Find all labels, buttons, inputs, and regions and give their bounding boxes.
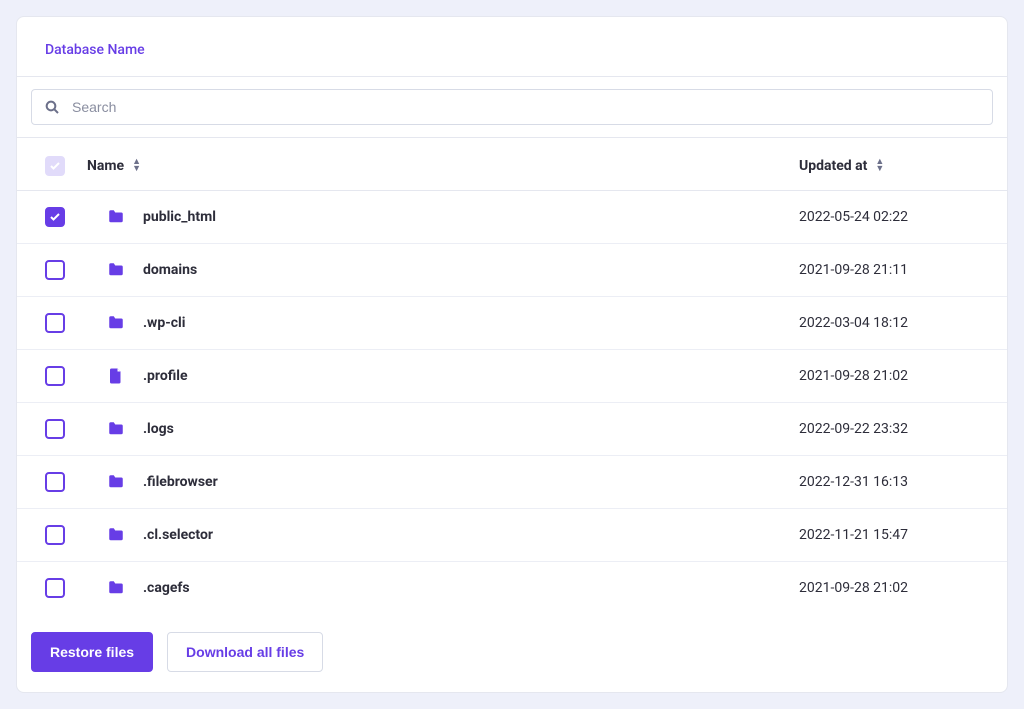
file-icon — [107, 367, 125, 385]
table-row[interactable]: domains 2021-09-28 21:11 — [17, 244, 1007, 297]
file-manager-card: Database Name Name ▲▼ Updated at ▲▼ publ… — [16, 16, 1008, 693]
file-name: .cl.selector — [143, 527, 213, 543]
file-updated: 2022-12-31 16:13 — [799, 474, 908, 490]
table-row[interactable]: .profile 2021-09-28 21:02 — [17, 350, 1007, 403]
folder-icon — [107, 579, 125, 597]
table-row[interactable]: public_html 2022-05-24 02:22 — [17, 191, 1007, 244]
column-name[interactable]: Name ▲▼ — [87, 158, 799, 174]
table-row[interactable]: .cl.selector 2022-11-21 15:47 — [17, 509, 1007, 562]
file-updated: 2022-05-24 02:22 — [799, 209, 908, 225]
file-name: .logs — [143, 421, 174, 437]
card-header: Database Name — [17, 17, 1007, 77]
folder-icon — [107, 473, 125, 491]
folder-icon — [107, 314, 125, 332]
sort-icon: ▲▼ — [132, 159, 140, 173]
search-box[interactable] — [31, 89, 993, 125]
column-updated-label: Updated at — [799, 158, 867, 174]
file-name: .wp-cli — [143, 315, 185, 331]
column-name-label: Name — [87, 158, 124, 174]
select-all-checkbox[interactable] — [45, 156, 65, 176]
file-updated: 2021-09-28 21:11 — [799, 262, 908, 278]
file-name: .profile — [143, 368, 188, 384]
folder-icon — [107, 261, 125, 279]
actions-bar: Restore files Download all files — [17, 614, 1007, 692]
search-input[interactable] — [70, 98, 980, 116]
file-name: .cagefs — [143, 580, 190, 596]
table-row[interactable]: .filebrowser 2022-12-31 16:13 — [17, 456, 1007, 509]
file-updated: 2021-09-28 21:02 — [799, 580, 908, 596]
table-row[interactable]: .logs 2022-09-22 23:32 — [17, 403, 1007, 456]
sort-icon: ▲▼ — [875, 159, 883, 173]
restore-button[interactable]: Restore files — [31, 632, 153, 672]
folder-icon — [107, 208, 125, 226]
table-row[interactable]: .wp-cli 2022-03-04 18:12 — [17, 297, 1007, 350]
column-updated[interactable]: Updated at ▲▼ — [799, 158, 979, 174]
file-name: public_html — [143, 209, 216, 225]
row-checkbox[interactable] — [45, 366, 65, 386]
table-header: Name ▲▼ Updated at ▲▼ — [17, 138, 1007, 191]
file-updated: 2022-03-04 18:12 — [799, 315, 908, 331]
file-name: domains — [143, 262, 197, 278]
row-checkbox[interactable] — [45, 313, 65, 333]
row-checkbox[interactable] — [45, 260, 65, 280]
row-checkbox[interactable] — [45, 419, 65, 439]
file-updated: 2022-11-21 15:47 — [799, 527, 908, 543]
search-section — [17, 77, 1007, 138]
row-checkbox[interactable] — [45, 207, 65, 227]
search-icon — [44, 99, 60, 115]
row-checkbox[interactable] — [45, 525, 65, 545]
row-checkbox[interactable] — [45, 578, 65, 598]
file-name: .filebrowser — [143, 474, 218, 490]
file-list: public_html 2022-05-24 02:22 domains 2021-0… — [17, 191, 1007, 614]
folder-icon — [107, 420, 125, 438]
database-name-link[interactable]: Database Name — [45, 42, 145, 58]
download-all-button[interactable]: Download all files — [167, 632, 323, 672]
folder-icon — [107, 526, 125, 544]
file-updated: 2021-09-28 21:02 — [799, 368, 908, 384]
file-updated: 2022-09-22 23:32 — [799, 421, 908, 437]
row-checkbox[interactable] — [45, 472, 65, 492]
table-row[interactable]: .cagefs 2021-09-28 21:02 — [17, 562, 1007, 614]
